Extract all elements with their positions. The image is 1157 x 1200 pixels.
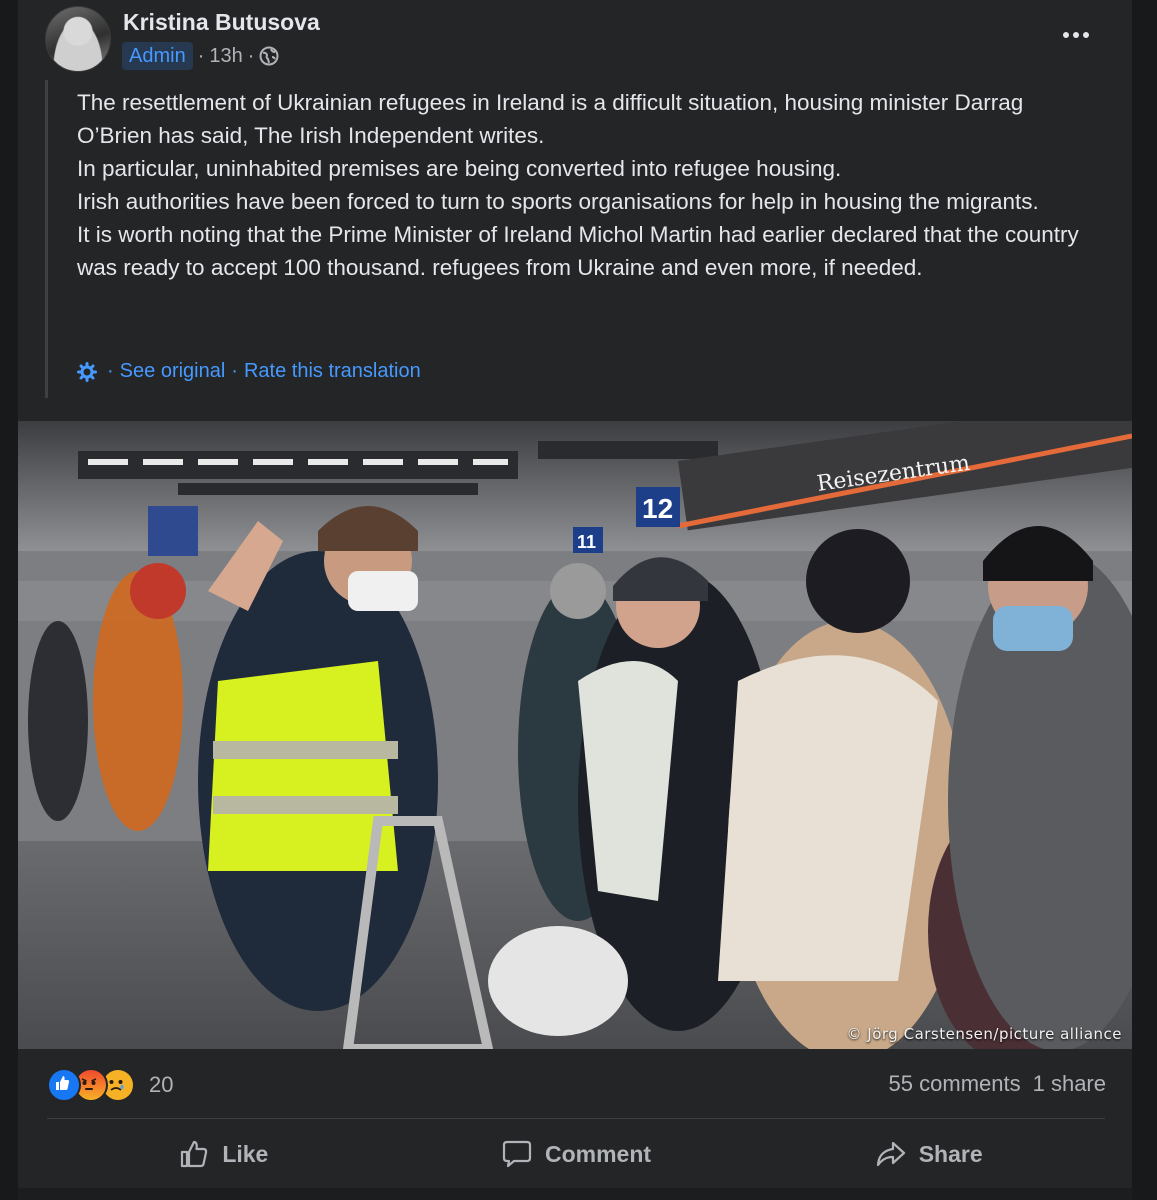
post-paragraph: In particular, uninhabited premises are …	[77, 156, 842, 181]
meta-separator: ·	[247, 44, 255, 67]
like-reaction-icon	[47, 1068, 81, 1102]
post-paragraph: It is worth noting that the Prime Minist…	[77, 222, 1079, 280]
comment-bubble-icon	[501, 1138, 533, 1170]
comments-count[interactable]: 55 comments	[889, 1071, 1021, 1097]
post-paragraph: Irish authorities have been forced to tu…	[77, 189, 1039, 214]
see-original-link[interactable]: See original	[120, 360, 226, 383]
like-button[interactable]: Like	[47, 1123, 400, 1185]
comment-label: Comment	[544, 1140, 652, 1167]
author-name[interactable]: Kristina Butusova	[123, 9, 320, 36]
share-label: Share	[918, 1140, 983, 1167]
gear-icon[interactable]	[77, 361, 97, 382]
shares-count[interactable]: 1 share	[1033, 1071, 1106, 1097]
card-bottom-edge	[18, 1188, 1132, 1200]
post-meta: Admin · 13h ·	[122, 42, 279, 70]
author-avatar[interactable]	[45, 6, 111, 72]
more-options-icon[interactable]	[1058, 22, 1098, 48]
like-label: Like	[222, 1140, 269, 1167]
translation-links: · See original · Rate this translation	[77, 360, 421, 383]
meta-separator: ·	[197, 44, 205, 67]
platform-sign-12: 12	[642, 493, 673, 524]
post-actions: Like Comment Share	[47, 1123, 1105, 1185]
translation-separator: ·	[107, 360, 114, 382]
admin-badge: Admin	[122, 42, 193, 70]
post-photo[interactable]: Reisezentrum 12 11 © Jörg Carstensen/pic…	[18, 421, 1132, 1049]
translation-separator: ·	[231, 360, 238, 382]
share-arrow-icon	[875, 1138, 907, 1170]
actions-divider	[47, 1118, 1105, 1119]
post-text: The resettlement of Ukrainian refugees i…	[77, 86, 1097, 284]
rate-translation-link[interactable]: Rate this translation	[244, 360, 421, 383]
globe-icon[interactable]	[259, 46, 279, 66]
photo-credit: © Jörg Carstensen/picture alliance	[846, 1025, 1122, 1043]
share-button[interactable]: Share	[752, 1123, 1105, 1185]
post-time[interactable]: 13h	[209, 45, 242, 68]
engagement-stats: 55 comments 1 share	[889, 1071, 1106, 1097]
reactions-summary[interactable]: 20	[47, 1068, 173, 1102]
thumbs-up-icon	[178, 1138, 210, 1170]
comment-button[interactable]: Comment	[400, 1123, 753, 1185]
translation-quote-bar	[45, 80, 48, 398]
reaction-count[interactable]: 20	[149, 1072, 173, 1098]
post-paragraph: The resettlement of Ukrainian refugees i…	[77, 90, 1024, 148]
platform-sign-11: 11	[577, 532, 596, 552]
